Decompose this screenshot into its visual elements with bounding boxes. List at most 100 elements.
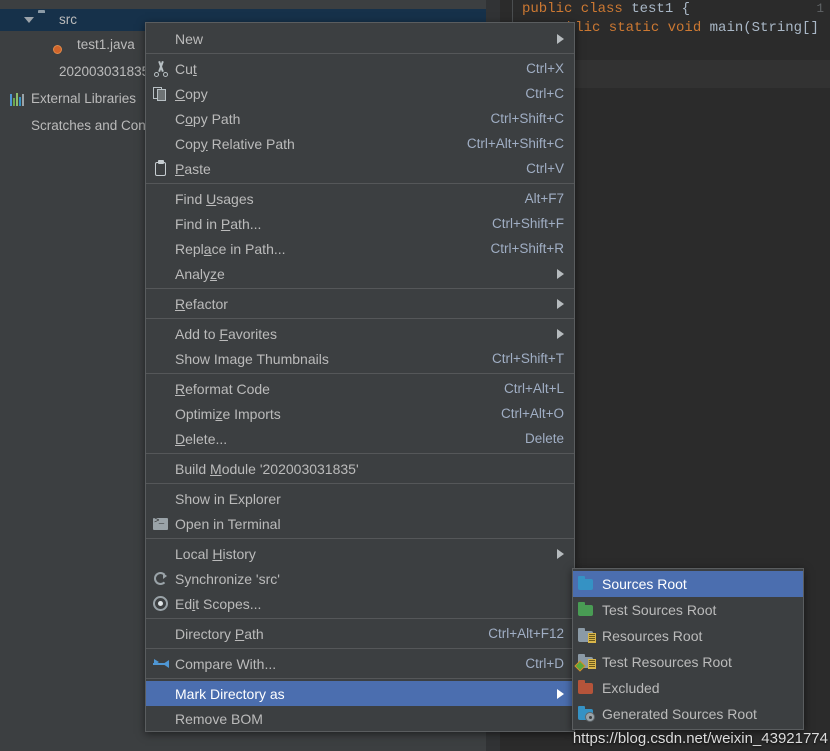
menu-item-replace-in-path[interactable]: Replace in Path... Ctrl+Shift+R: [146, 236, 574, 261]
scratches-icon: [10, 118, 26, 134]
submenu-item-test-sources-root[interactable]: Test Sources Root: [573, 597, 803, 623]
menu-item-directory-path[interactable]: Directory Path Ctrl+Alt+F12: [146, 621, 574, 646]
menu-item-new[interactable]: New: [146, 26, 574, 51]
menu-label-refactor: Refactor: [175, 295, 228, 312]
menu-accel-find-usages: Alt+F7: [524, 191, 564, 206]
module-icon: [38, 64, 54, 80]
menu-label-replace-in-path: Replace in Path...: [175, 240, 286, 257]
no-icon: [151, 544, 171, 564]
no-icon: [151, 459, 171, 479]
submenu-item-resources-root[interactable]: Resources Root: [573, 623, 803, 649]
menu-item-show-image-thumbnails[interactable]: Show Image Thumbnails Ctrl+Shift+T: [146, 346, 574, 371]
menu-label-new: New: [175, 30, 204, 47]
menu-separator: [146, 288, 574, 289]
menu-item-copy-path[interactable]: Copy Path Ctrl+Shift+C: [146, 106, 574, 131]
menu-item-refactor[interactable]: Refactor: [146, 291, 574, 316]
blue-folder-icon: [577, 576, 595, 592]
code-line-1: public class test1 {: [522, 1, 691, 17]
chevron-down-icon[interactable]: [22, 13, 36, 27]
menu-label-cut: Cut: [175, 60, 197, 77]
green-folder-icon: [577, 602, 595, 618]
submenu-label-sources-root: Sources Root: [602, 576, 687, 592]
menu-label-find-usages: Find Usages: [175, 190, 254, 207]
menu-accel-copy-path: Ctrl+Shift+C: [490, 111, 564, 126]
menu-item-edit-scopes[interactable]: Edit Scopes...: [146, 591, 574, 616]
tree-row-partial[interactable]: [0, 0, 486, 8]
mark-directory-as-submenu[interactable]: Sources Root Test Sources Root Resources…: [572, 568, 804, 730]
scope-icon: [151, 594, 171, 614]
menu-item-find-in-path[interactable]: Find in Path... Ctrl+Shift+F: [146, 211, 574, 236]
menu-item-local-history[interactable]: Local History: [146, 541, 574, 566]
no-icon: [151, 429, 171, 449]
menu-label-directory-path: Directory Path: [175, 625, 264, 642]
menu-accel-copy: Ctrl+C: [525, 86, 564, 101]
menu-separator: [146, 53, 574, 54]
submenu-item-sources-root[interactable]: Sources Root: [573, 571, 803, 597]
grey-folder-test-resources-icon: [574, 654, 596, 672]
menu-item-remove-bom[interactable]: Remove BOM: [146, 706, 574, 731]
chevron-right-icon: [554, 328, 564, 340]
menu-item-analyze[interactable]: Analyze: [146, 261, 574, 286]
menu-label-compare-with: Compare With...: [175, 655, 277, 672]
menu-item-copy-relative-path[interactable]: Copy Relative Path Ctrl+Alt+Shift+C: [146, 131, 574, 156]
synchronize-icon: [151, 569, 171, 589]
external-libraries-icon: [10, 91, 26, 107]
menu-item-show-in-explorer[interactable]: Show in Explorer: [146, 486, 574, 511]
submenu-item-excluded[interactable]: Excluded: [573, 675, 803, 701]
chevron-down-icon[interactable]: [10, 0, 24, 4]
menu-label-show-image-thumbnails: Show Image Thumbnails: [175, 350, 329, 367]
compare-icon: [151, 654, 171, 674]
cut-icon: [151, 59, 171, 79]
no-icon: [151, 109, 171, 129]
context-menu[interactable]: New Cut Ctrl+X Copy Ctrl+C Copy Path Ctr…: [145, 22, 575, 732]
no-icon: [151, 404, 171, 424]
menu-label-mark-directory-as: Mark Directory as: [175, 685, 285, 702]
menu-accel-replace-in-path: Ctrl+Shift+R: [490, 241, 564, 256]
submenu-item-test-resources-root[interactable]: Test Resources Root: [573, 649, 803, 675]
menu-accel-paste: Ctrl+V: [526, 161, 564, 176]
menu-label-copy: Copy: [175, 85, 208, 102]
menu-item-compare-with[interactable]: Compare With... Ctrl+D: [146, 651, 574, 676]
submenu-label-resources-root: Resources Root: [602, 628, 703, 644]
menu-separator: [146, 453, 574, 454]
no-icon: [151, 489, 171, 509]
menu-separator: [146, 618, 574, 619]
menu-label-show-in-explorer: Show in Explorer: [175, 490, 281, 507]
menu-label-build-module: Build Module '202003031835': [175, 460, 359, 477]
ide-window: 1 public class test1 { public static voi…: [0, 0, 830, 751]
menu-label-copy-path: Copy Path: [175, 110, 241, 127]
submenu-item-generated-sources-root[interactable]: Generated Sources Root: [573, 701, 803, 727]
menu-accel-delete: Delete: [524, 431, 564, 446]
menu-item-mark-directory-as[interactable]: Mark Directory as: [146, 681, 574, 706]
menu-item-delete[interactable]: Delete... Delete: [146, 426, 574, 451]
java-file-icon: [53, 37, 72, 54]
chevron-right-icon: [554, 298, 564, 310]
menu-accel-directory-path: Ctrl+Alt+F12: [488, 626, 564, 641]
menu-item-copy[interactable]: Copy Ctrl+C: [146, 81, 574, 106]
menu-accel-reformat-code: Ctrl+Alt+L: [503, 381, 564, 396]
menu-item-synchronize-src[interactable]: Synchronize 'src': [146, 566, 574, 591]
paste-icon: [151, 159, 171, 179]
menu-item-add-to-favorites[interactable]: Add to Favorites: [146, 321, 574, 346]
submenu-label-excluded: Excluded: [602, 680, 660, 696]
menu-item-paste[interactable]: Paste Ctrl+V: [146, 156, 574, 181]
menu-item-cut[interactable]: Cut Ctrl+X: [146, 56, 574, 81]
menu-separator: [146, 483, 574, 484]
submenu-label-test-resources-root: Test Resources Root: [602, 654, 732, 670]
menu-item-build-module[interactable]: Build Module '202003031835': [146, 456, 574, 481]
no-icon: [151, 349, 171, 369]
menu-accel-cut: Ctrl+X: [526, 61, 564, 76]
menu-label-paste: Paste: [175, 160, 211, 177]
no-icon: [151, 624, 171, 644]
menu-accel-copy-relative-path: Ctrl+Alt+Shift+C: [466, 136, 564, 151]
no-icon: [151, 214, 171, 234]
menu-item-open-in-terminal[interactable]: Open in Terminal: [146, 511, 574, 536]
menu-label-remove-bom: Remove BOM: [175, 710, 263, 727]
menu-separator: [146, 648, 574, 649]
menu-item-find-usages[interactable]: Find Usages Alt+F7: [146, 186, 574, 211]
menu-label-copy-relative-path: Copy Relative Path: [175, 135, 295, 152]
menu-accel-optimize-imports: Ctrl+Alt+O: [500, 406, 564, 421]
no-icon: [151, 239, 171, 259]
menu-item-optimize-imports[interactable]: Optimize Imports Ctrl+Alt+O: [146, 401, 574, 426]
menu-item-reformat-code[interactable]: Reformat Code Ctrl+Alt+L: [146, 376, 574, 401]
